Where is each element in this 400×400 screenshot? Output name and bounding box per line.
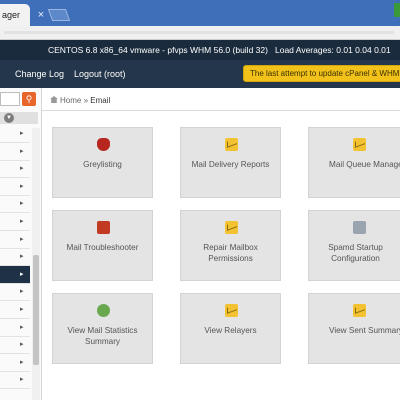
envelope-queue-icon — [353, 138, 366, 151]
tile-mail-delivery-reports[interactable]: Mail Delivery Reports — [180, 127, 281, 198]
sidebar-item[interactable]: ▸ — [0, 143, 30, 161]
tile-label: Greylisting — [83, 160, 122, 169]
sidebar-item[interactable]: ▸ — [0, 248, 30, 267]
tile-view-mail-statistics-summary[interactable]: View Mail Statistics Summary — [52, 293, 153, 364]
chevron-right-icon: ▸ — [20, 200, 24, 208]
divider — [42, 110, 400, 111]
tile-view-sent-summary[interactable]: View Sent Summary — [308, 293, 400, 364]
sidebar-item[interactable]: ▸ — [0, 336, 30, 355]
address-bar[interactable] — [0, 26, 400, 40]
tile-label: Mail Troubleshooter — [66, 243, 139, 252]
sidebar-item[interactable]: ▸ — [0, 178, 30, 196]
tile-label: View Relayers — [204, 326, 257, 335]
chevron-right-icon: ▸ — [20, 235, 24, 243]
tile-mail-queue-manager[interactable]: Mail Queue Manage — [308, 127, 400, 198]
sidebar-item[interactable]: ▸ — [0, 319, 30, 337]
envelope-sent-icon — [353, 304, 366, 317]
browser-tab[interactable]: ager — [0, 4, 30, 26]
new-tab-button[interactable] — [47, 9, 71, 21]
logout-link[interactable]: Logout (root) — [74, 60, 126, 88]
toolbox-icon — [97, 221, 110, 234]
browser-tab-title: ager — [2, 10, 21, 20]
whm-version-text: WHM 56.0 (build 32) — [190, 45, 268, 55]
tile-label: Mail Queue Manage — [329, 160, 400, 169]
chevron-right-icon: ▸ — [20, 323, 24, 331]
breadcrumb-home[interactable]: Home — [60, 96, 81, 105]
close-icon[interactable]: × — [35, 9, 47, 21]
chevron-right-icon: ▸ — [20, 341, 24, 349]
sidebar-item[interactable]: ▸ — [0, 283, 30, 302]
change-log-link[interactable]: Change Log — [15, 60, 64, 88]
chevron-right-icon: ▸ — [20, 130, 24, 137]
sidebar-item[interactable]: ▸ — [0, 213, 30, 231]
chevron-right-icon: ▸ — [20, 306, 24, 313]
sidebar-item[interactable]: ▸ — [0, 160, 30, 179]
tile-label: View Sent Summary — [329, 326, 400, 335]
search-button[interactable]: ⚲ — [22, 92, 36, 106]
sidebar-scrollbar-thumb[interactable] — [33, 255, 39, 365]
chevron-right-icon: ▸ — [20, 182, 24, 190]
tile-view-relayers[interactable]: View Relayers — [180, 293, 281, 364]
chevron-right-icon: ▸ — [20, 253, 24, 261]
document-icon — [353, 221, 366, 234]
chevron-right-icon: ▸ — [20, 165, 24, 173]
address-bar-field[interactable] — [4, 31, 394, 34]
sidebar-item[interactable]: ▸ — [0, 231, 30, 249]
load-averages-text: Load Averages: 0.01 0.04 0.01 — [275, 45, 391, 55]
envelope-icon — [225, 304, 238, 317]
search-icon: ⚲ — [25, 94, 33, 104]
home-icon[interactable] — [50, 96, 58, 103]
sidebar-item[interactable]: ▸ — [0, 125, 30, 143]
breadcrumb-current: Email — [90, 96, 111, 105]
tile-label: Repair Mailbox Permissions — [203, 243, 258, 263]
sidebar-item[interactable]: ▸ — [0, 371, 30, 390]
sidebar-item[interactable]: ▸ — [0, 354, 30, 372]
sidebar-item[interactable]: ▸ — [0, 195, 30, 214]
sidebar-item[interactable]: ▸ — [0, 301, 30, 319]
sidebar-item[interactable]: ▸ — [0, 265, 30, 284]
breadcrumb: Home » Email — [50, 96, 110, 108]
tile-greylisting[interactable]: Greylisting — [52, 127, 153, 198]
tile-spamd-startup-configuration[interactable]: Spamd Startup Configuration — [308, 210, 400, 281]
tile-label: Spamd Startup Configuration — [328, 243, 383, 263]
search-envelope-icon — [225, 138, 238, 151]
server-info-bar: CENTOS 6.8 x86_64 vmware - pfvps WHM 56.… — [0, 40, 400, 60]
tile-label: Mail Delivery Reports — [191, 160, 270, 169]
chevron-right-icon: ▸ — [20, 288, 24, 296]
envelope-repair-icon — [225, 221, 238, 234]
shield-icon — [97, 138, 110, 151]
tile-mail-troubleshooter[interactable]: Mail Troubleshooter — [52, 210, 153, 281]
chevron-right-icon: ▸ — [20, 358, 24, 366]
sidebar-collapse-row: ▼ — [0, 112, 38, 124]
statistics-icon — [97, 304, 110, 317]
chevron-right-icon: ▸ — [20, 147, 24, 155]
chevron-down-icon[interactable]: ▼ — [4, 113, 14, 123]
server-os-text: CENTOS 6.8 x86_64 vmware - pfvps — [48, 45, 188, 55]
breadcrumb-separator: » — [83, 96, 89, 105]
tile-repair-mailbox-permissions[interactable]: Repair Mailbox Permissions — [180, 210, 281, 281]
tile-label: View Mail Statistics Summary — [67, 326, 138, 346]
status-flag-icon — [394, 3, 400, 17]
update-alert-banner[interactable]: The last attempt to update cPanel & WHM … — [243, 65, 400, 82]
chevron-right-icon: ▸ — [20, 218, 24, 225]
chevron-right-icon: ▸ — [20, 270, 24, 278]
chevron-right-icon: ▸ — [20, 376, 24, 384]
sidebar-search-input[interactable] — [0, 92, 20, 106]
